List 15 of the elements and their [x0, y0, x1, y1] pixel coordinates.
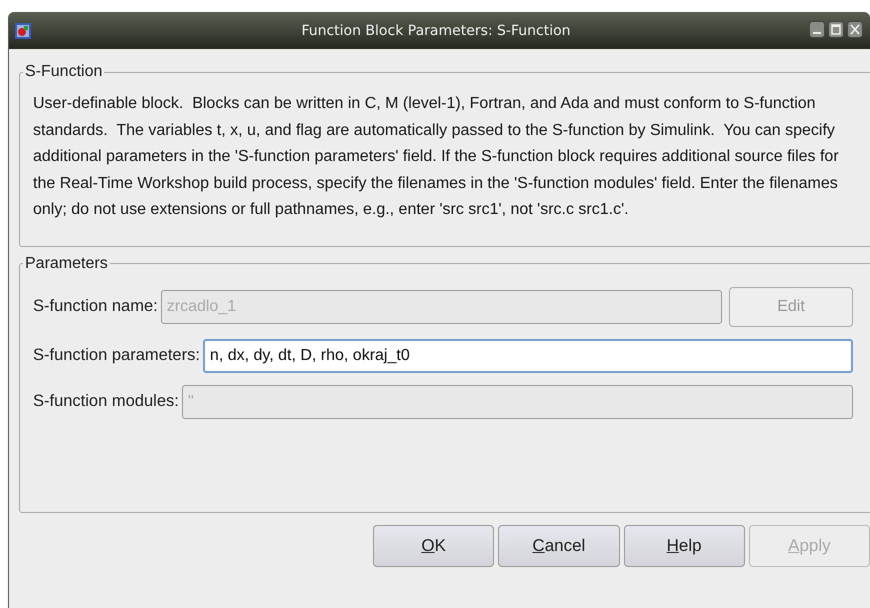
dialog-button[interactable]: Help — [624, 524, 745, 567]
group-title: S-Function — [24, 63, 104, 81]
description-text: User-definable block. Blocks can be written in C, M (level-1), Fortran, and Ada and must conform to S-function standards. The variables t, x, u, and flag are automatically passed to the S-function by Simulink. You can specify additional parameters in the 'S-function parameters' field. If the S-function block requires additional source files for the Real-Time Workshop build process, specify the filenames in the 'S-function modules' field. Enter the filenames only; do not use extensions or full pathnames, e.g., enter 'src src1', not 'src.c src1.c'. — [33, 94, 840, 220]
field-label: S-function parameters: — [33, 346, 200, 366]
dialog-button[interactable]: Cancel — [498, 524, 620, 567]
dialog-button[interactable]: OK — [373, 524, 494, 567]
minimize-icon[interactable] — [809, 21, 825, 38]
input-field[interactable]: n, dx, dy, dt, D, rho, okraj_t0 — [202, 338, 853, 373]
close-icon[interactable] — [847, 21, 863, 38]
app-icon — [15, 22, 31, 38]
field-label: S-function name: — [33, 297, 158, 316]
group-title: Parameters — [24, 254, 109, 273]
maximize-icon[interactable] — [828, 21, 844, 38]
field-label: S-function modules: — [33, 392, 179, 412]
window-title: Function Block Parameters: S-Function — [301, 22, 571, 38]
